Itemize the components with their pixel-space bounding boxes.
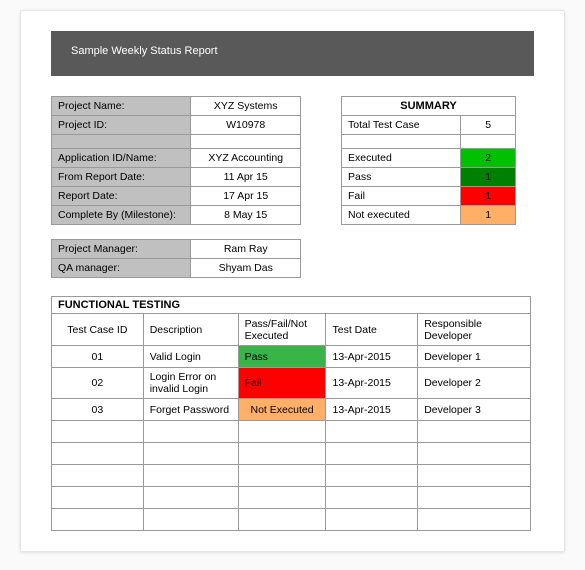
table-row: 03Forget PasswordNot Executed13-Apr-2015… xyxy=(52,399,531,421)
report-title: Sample Weekly Status Report xyxy=(71,45,218,57)
label-app-id: Application ID/Name: xyxy=(52,149,191,168)
cell-desc: Login Error on invalid Login xyxy=(143,368,238,399)
cell-result: Pass xyxy=(238,346,326,368)
label-project-name: Project Name: xyxy=(52,97,191,116)
label-executed: Executed xyxy=(342,149,461,168)
value-total: 5 xyxy=(461,116,516,135)
cell-dev: Developer 3 xyxy=(418,399,531,421)
col-testdate: Test Date xyxy=(326,314,418,346)
row-project-id: Project ID: W10978 xyxy=(52,116,301,135)
value-pass: 1 xyxy=(461,168,516,187)
row-total: Total Test Case 5 xyxy=(342,116,516,135)
info-gap-row xyxy=(52,135,301,149)
functional-heading: FUNCTIONAL TESTING xyxy=(51,296,531,313)
value-pm: Ram Ray xyxy=(191,240,301,259)
value-executed: 2 xyxy=(461,149,516,168)
table-row-empty xyxy=(52,465,531,487)
col-result: Pass/Fail/Not Executed xyxy=(238,314,326,346)
value-report-date: 17 Apr 15 xyxy=(191,187,301,206)
value-complete-by: 8 May 15 xyxy=(191,206,301,225)
label-qa: QA manager: xyxy=(52,259,191,278)
row-project-name: Project Name: XYZ Systems xyxy=(52,97,301,116)
row-notexec: Not executed 1 xyxy=(342,206,516,225)
row-pm: Project Manager: Ram Ray xyxy=(52,240,301,259)
report-page: Sample Weekly Status Report Project Name… xyxy=(20,10,565,552)
cell-desc: Forget Password xyxy=(143,399,238,421)
cell-result: Fail xyxy=(238,368,326,399)
cell-dev: Developer 2 xyxy=(418,368,531,399)
value-project-id: W10978 xyxy=(191,116,301,135)
col-developer: Responsible Developer xyxy=(418,314,531,346)
cell-desc: Valid Login xyxy=(143,346,238,368)
row-fail: Fail 1 xyxy=(342,187,516,206)
value-qa: Shyam Das xyxy=(191,259,301,278)
cell-result: Not Executed xyxy=(238,399,326,421)
cell-date: 13-Apr-2015 xyxy=(326,399,418,421)
value-fail: 1 xyxy=(461,187,516,206)
label-report-date: Report Date: xyxy=(52,187,191,206)
label-pm: Project Manager: xyxy=(52,240,191,259)
table-row-empty xyxy=(52,487,531,509)
cell-dev: Developer 1 xyxy=(418,346,531,368)
row-app-id: Application ID/Name: XYZ Accounting xyxy=(52,149,301,168)
managers-table: Project Manager: Ram Ray QA manager: Shy… xyxy=(51,239,301,278)
table-row: 01Valid LoginPass13-Apr-2015Developer 1 xyxy=(52,346,531,368)
table-row-empty xyxy=(52,443,531,465)
functional-header-row: Test Case ID Description Pass/Fail/Not E… xyxy=(52,314,531,346)
row-qa: QA manager: Shyam Das xyxy=(52,259,301,278)
cell-tcid: 03 xyxy=(52,399,144,421)
table-row-empty xyxy=(52,509,531,531)
value-app-id: XYZ Accounting xyxy=(191,149,301,168)
row-pass: Pass 1 xyxy=(342,168,516,187)
label-total: Total Test Case xyxy=(342,116,461,135)
summary-table: SUMMARY Total Test Case 5 Executed 2 Pas… xyxy=(341,96,516,225)
cell-tcid: 01 xyxy=(52,346,144,368)
functional-table: Test Case ID Description Pass/Fail/Not E… xyxy=(51,313,531,531)
label-pass: Pass xyxy=(342,168,461,187)
label-fail: Fail xyxy=(342,187,461,206)
summary-gap-row xyxy=(342,135,516,149)
cell-tcid: 02 xyxy=(52,368,144,399)
cell-date: 13-Apr-2015 xyxy=(326,346,418,368)
col-testcaseid: Test Case ID xyxy=(52,314,144,346)
row-complete-by: Complete By (Milestone): 8 May 15 xyxy=(52,206,301,225)
label-complete-by: Complete By (Milestone): xyxy=(52,206,191,225)
value-from-date: 11 Apr 15 xyxy=(191,168,301,187)
row-from-date: From Report Date: 11 Apr 15 xyxy=(52,168,301,187)
label-from-date: From Report Date: xyxy=(52,168,191,187)
label-project-id: Project ID: xyxy=(52,116,191,135)
value-notexec: 1 xyxy=(461,206,516,225)
row-report-date: Report Date: 17 Apr 15 xyxy=(52,187,301,206)
report-title-band: Sample Weekly Status Report xyxy=(51,31,534,76)
summary-heading: SUMMARY xyxy=(342,97,516,116)
value-project-name: XYZ Systems xyxy=(191,97,301,116)
row-executed: Executed 2 xyxy=(342,149,516,168)
project-info-table: Project Name: XYZ Systems Project ID: W1… xyxy=(51,96,301,225)
cell-date: 13-Apr-2015 xyxy=(326,368,418,399)
label-notexec: Not executed xyxy=(342,206,461,225)
table-row: 02Login Error on invalid LoginFail13-Apr… xyxy=(52,368,531,399)
table-row-empty xyxy=(52,421,531,443)
col-description: Description xyxy=(143,314,238,346)
